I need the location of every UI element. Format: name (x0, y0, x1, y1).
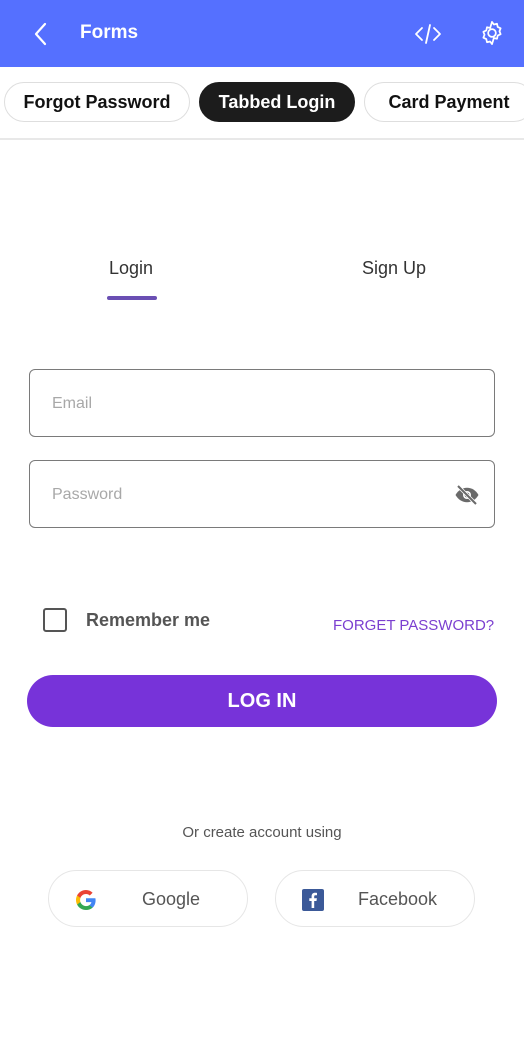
app-bar: Forms (0, 0, 524, 67)
form-type-chips: Forgot Password Tabbed Login Card Paymen… (0, 67, 524, 140)
tab-login[interactable]: Login (109, 258, 153, 279)
tab-sign-up[interactable]: Sign Up (362, 258, 426, 279)
password-input[interactable] (50, 461, 434, 529)
code-icon[interactable] (412, 20, 444, 48)
chip-forgot-password[interactable]: Forgot Password (4, 82, 190, 122)
eye-off-icon[interactable] (454, 483, 480, 507)
chip-tabbed-login[interactable]: Tabbed Login (199, 82, 355, 122)
social-prompt: Or create account using (182, 824, 342, 841)
remember-me-checkbox[interactable] (43, 608, 67, 632)
forget-password-link[interactable]: FORGET PASSWORD? (333, 617, 494, 634)
tab-indicator (107, 296, 157, 300)
chip-card-payment[interactable]: Card Payment (364, 82, 524, 122)
facebook-button[interactable]: Facebook (275, 870, 475, 927)
google-icon (76, 890, 96, 910)
google-button[interactable]: Google (48, 870, 248, 927)
email-input[interactable] (50, 370, 434, 438)
facebook-icon (302, 889, 324, 911)
page-title: Forms (80, 22, 139, 43)
gear-icon[interactable] (478, 19, 506, 47)
google-label: Google (142, 889, 201, 909)
chevron-left-icon[interactable] (28, 18, 56, 50)
remember-me-label[interactable]: Remember me (86, 610, 210, 631)
password-field[interactable] (29, 460, 495, 529)
login-button[interactable]: LOG IN (27, 675, 497, 727)
facebook-label: Facebook (358, 889, 438, 909)
email-field[interactable] (29, 369, 495, 438)
